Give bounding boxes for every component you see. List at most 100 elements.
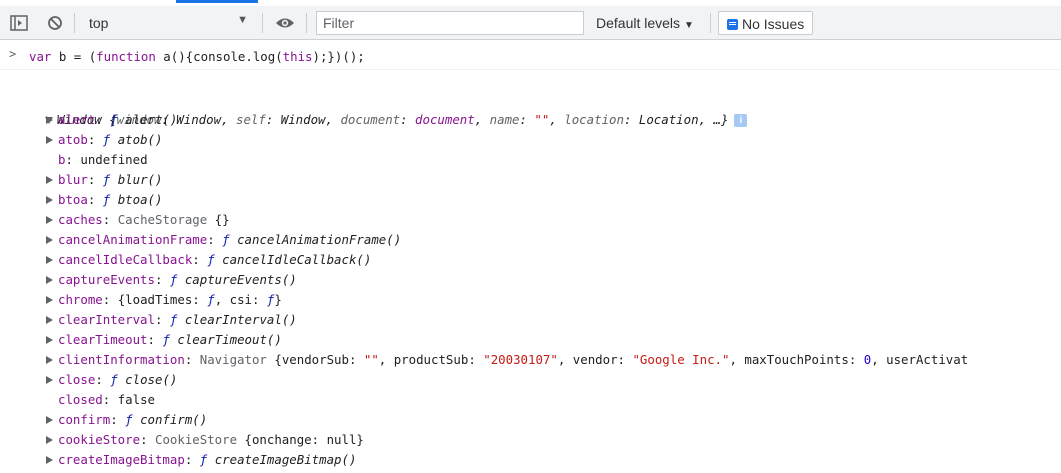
code-token: (){console.log( (170, 49, 283, 64)
expand-triangle-icon[interactable] (46, 216, 53, 224)
clear-console-icon[interactable] (44, 12, 66, 34)
code-token: this (282, 49, 313, 64)
function-symbol: ƒ (110, 372, 118, 387)
property-row[interactable]: cancelIdleCallback: ƒ cancelIdleCallback… (46, 250, 371, 270)
property-row[interactable]: captureEvents: ƒ captureEvents() (46, 270, 297, 290)
preview-value: Window (176, 112, 222, 127)
property-value: { (237, 432, 252, 447)
log-levels-dropdown[interactable]: Default levels ▼ (596, 15, 694, 31)
chevron-right-icon: > (9, 47, 17, 61)
context-selector[interactable]: top ▼ (80, 10, 252, 36)
expand-triangle-icon[interactable] (46, 296, 53, 304)
code-token: );})(); (312, 49, 365, 64)
preview-key: productSub (393, 352, 469, 367)
expand-triangle-icon[interactable] (46, 376, 53, 384)
property-sep: : (110, 412, 126, 427)
property-value: undefined (80, 152, 148, 167)
preview-key: vendor (572, 352, 618, 367)
property-type: CookieStore (154, 432, 238, 447)
function-symbol: ƒ (102, 132, 111, 147)
property-key: closed (58, 392, 103, 407)
active-tab-indicator (176, 0, 258, 3)
preview-sep: : (519, 112, 535, 127)
function-symbol: ƒ (125, 412, 133, 427)
property-row[interactable]: alert: ƒ alert() (46, 110, 177, 130)
property-row: b: undefined (58, 150, 148, 170)
property-row[interactable]: atob: ƒ atob() (46, 130, 162, 150)
property-type: CacheStorage (117, 212, 208, 227)
property-sep: : (102, 212, 118, 227)
property-row[interactable]: cookieStore: CookieStore {onchange: null… (46, 430, 364, 450)
context-label: top (89, 15, 109, 31)
function-symbol: ƒ (102, 192, 111, 207)
property-key: atob (58, 132, 88, 147)
filter-input[interactable] (316, 11, 584, 35)
property-key: createImageBitmap (58, 452, 185, 467)
console-toolbar: top ▼ Default levels▼ No Issues (0, 0, 1061, 40)
eye-icon[interactable] (274, 12, 296, 34)
property-row[interactable]: confirm: ƒ confirm() (46, 410, 207, 430)
expand-triangle-icon[interactable] (46, 316, 53, 324)
function-symbol: ƒ (162, 332, 170, 347)
property-row[interactable]: chrome: {loadTimes: ƒ, csi: ƒ} (46, 290, 282, 310)
property-key: caches (58, 212, 103, 227)
property-row[interactable]: clearTimeout: ƒ clearTimeout() (46, 330, 282, 350)
property-type: Navigator (199, 352, 267, 367)
property-value: false (117, 392, 155, 407)
property-key: cancelAnimationFrame (58, 232, 208, 247)
expand-triangle-icon[interactable] (46, 256, 53, 264)
preview-sep: : (623, 112, 639, 127)
property-sep: : (87, 172, 103, 187)
expand-triangle-icon[interactable] (46, 196, 53, 204)
property-value: { (266, 352, 282, 367)
expand-triangle-icon[interactable] (46, 116, 53, 124)
property-sep: : (184, 452, 200, 467)
info-icon[interactable]: i (734, 114, 748, 127)
property-value: close() (125, 372, 178, 387)
property-row[interactable]: cancelAnimationFrame: ƒ cancelAnimationF… (46, 230, 401, 250)
property-sep: : (154, 272, 170, 287)
property-sep: : (102, 292, 118, 307)
property-row[interactable]: blur: ƒ blur() (46, 170, 162, 190)
property-key: clearTimeout (58, 332, 148, 347)
property-row[interactable]: clearInterval: ƒ clearInterval() (46, 310, 297, 330)
property-value: cancelAnimationFrame() (237, 232, 402, 247)
expand-triangle-icon[interactable] (46, 276, 53, 284)
expand-triangle-icon[interactable] (46, 456, 53, 464)
preview-key: onchange (251, 432, 312, 447)
function-symbol: ƒ (102, 172, 111, 187)
code-token: b = ( (51, 49, 97, 64)
input-code[interactable]: var b = (function a(){console.log(this);… (29, 49, 365, 64)
preview-value: Location (638, 112, 699, 127)
expand-triangle-icon[interactable] (46, 236, 53, 244)
preview-value: "Google Inc." (632, 352, 730, 367)
code-token: a (155, 49, 171, 64)
issues-button[interactable]: No Issues (718, 11, 814, 35)
property-row[interactable]: createImageBitmap: ƒ createImageBitmap() (46, 450, 356, 470)
property-row[interactable]: btoa: ƒ btoa() (46, 190, 162, 210)
preview-sep: , (474, 112, 490, 127)
function-symbol: ƒ (169, 312, 178, 327)
property-sep: : (192, 252, 208, 267)
property-value: captureEvents() (184, 272, 297, 287)
expand-triangle-icon[interactable] (46, 176, 53, 184)
property-row[interactable]: clientInformation: Navigator {vendorSub:… (46, 350, 968, 370)
property-row[interactable]: caches: CacheStorage {} (46, 210, 230, 230)
preview-sep: : (265, 112, 281, 127)
property-key: close (58, 372, 96, 387)
property-sep: : (102, 392, 118, 407)
log-levels-label: Default levels (596, 15, 681, 31)
property-sep: : (207, 232, 223, 247)
property-row[interactable]: close: ƒ close() (46, 370, 177, 390)
expand-triangle-icon[interactable] (46, 356, 53, 364)
expand-triangle-icon[interactable] (46, 136, 53, 144)
property-value: alert() (125, 112, 178, 127)
expand-triangle-icon[interactable] (46, 336, 53, 344)
expand-triangle-icon[interactable] (46, 416, 53, 424)
sidebar-toggle-icon[interactable] (8, 12, 30, 34)
expand-triangle-icon[interactable] (46, 436, 53, 444)
property-sep: : (95, 372, 111, 387)
preview-value: "" (534, 112, 550, 127)
property-sep: : (87, 132, 103, 147)
window-object-header[interactable]: Window {window: Window, self: Window, do… (30, 90, 748, 127)
